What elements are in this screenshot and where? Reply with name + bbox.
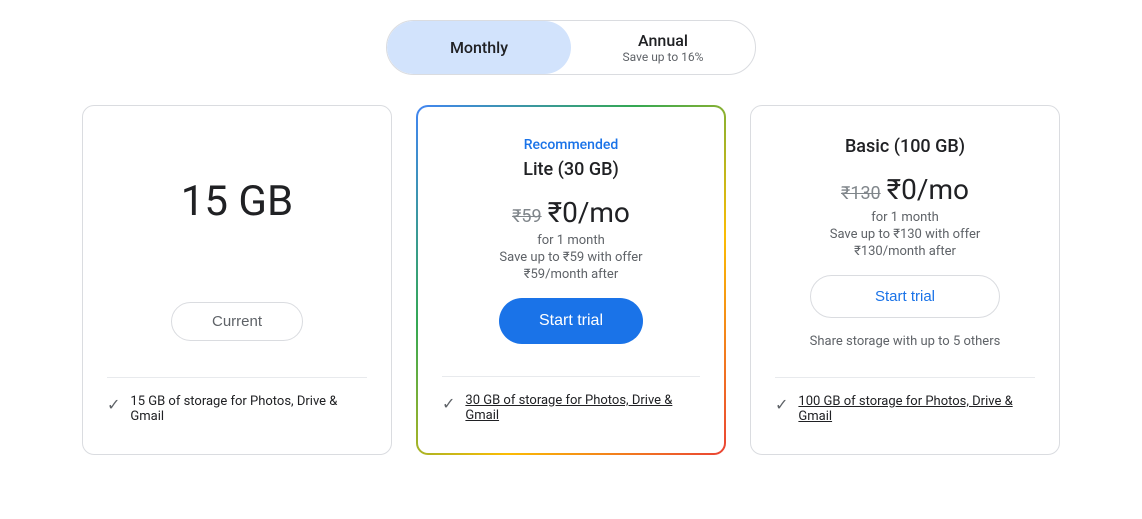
- lite-price-note2: Save up to ₹59 with offer: [499, 250, 642, 265]
- lite-price-row: ₹59 ₹0/mo: [512, 196, 630, 229]
- recommended-label: Recommended: [524, 137, 619, 153]
- billing-toggle[interactable]: Monthly Annual Save up to 16%: [386, 20, 756, 75]
- check-icon-lite: ✓: [442, 394, 455, 413]
- basic-divider: [775, 377, 1035, 378]
- plans-container: 15 GB Current ✓ 15 GB of storage for Pho…: [46, 105, 1096, 455]
- free-feature-text: 15 GB of storage for Photos, Drive & Gma…: [130, 394, 367, 424]
- basic-feature: ✓ 100 GB of storage for Photos, Drive & …: [775, 394, 1035, 424]
- current-button[interactable]: Current: [171, 302, 303, 341]
- card-top-free: 15 GB Current: [171, 136, 303, 361]
- card-top-basic: Basic (100 GB) ₹130 ₹0/mo for 1 month Sa…: [810, 136, 1001, 361]
- basic-price-after: ₹130/month after: [854, 244, 956, 259]
- lite-plan-name: Lite (30 GB): [523, 159, 619, 180]
- lite-price-original: ₹59: [512, 206, 542, 227]
- lite-feature-text[interactable]: 30 GB of storage for Photos, Drive & Gma…: [465, 393, 700, 423]
- free-feature: ✓ 15 GB of storage for Photos, Drive & G…: [107, 394, 367, 424]
- lite-start-trial-button[interactable]: Start trial: [499, 298, 643, 344]
- annual-toggle[interactable]: Annual Save up to 16%: [571, 21, 755, 74]
- basic-start-trial-button[interactable]: Start trial: [810, 275, 1001, 318]
- plan-card-basic: Basic (100 GB) ₹130 ₹0/mo for 1 month Sa…: [750, 105, 1060, 455]
- lite-price-current: ₹0/mo: [548, 196, 630, 229]
- free-divider: [107, 377, 367, 378]
- lite-feature: ✓ 30 GB of storage for Photos, Drive & G…: [442, 393, 700, 423]
- check-icon-free: ✓: [107, 395, 120, 414]
- monthly-toggle[interactable]: Monthly: [387, 21, 571, 74]
- plan-card-free: 15 GB Current ✓ 15 GB of storage for Pho…: [82, 105, 392, 455]
- basic-price-current: ₹0/mo: [887, 173, 969, 206]
- lite-divider: [442, 376, 700, 377]
- basic-price-note1: for 1 month: [871, 210, 939, 225]
- lite-price-note1: for 1 month: [537, 233, 605, 248]
- basic-price-note2: Save up to ₹130 with offer: [830, 227, 981, 242]
- annual-sublabel: Save up to 16%: [623, 50, 704, 64]
- free-storage: 15 GB: [181, 136, 293, 266]
- share-storage-text: Share storage with up to 5 others: [810, 334, 1001, 349]
- basic-feature-text[interactable]: 100 GB of storage for Photos, Drive & Gm…: [798, 394, 1035, 424]
- annual-label: Annual: [638, 31, 688, 50]
- basic-price-original: ₹130: [841, 183, 881, 204]
- lite-price-after: ₹59/month after: [524, 267, 618, 282]
- monthly-label: Monthly: [450, 38, 508, 57]
- basic-price-row: ₹130 ₹0/mo: [841, 173, 969, 206]
- plan-card-lite: Recommended Lite (30 GB) ₹59 ₹0/mo for 1…: [416, 105, 726, 455]
- basic-plan-name: Basic (100 GB): [845, 136, 965, 157]
- card-top-lite: Recommended Lite (30 GB) ₹59 ₹0/mo for 1…: [499, 137, 643, 360]
- check-icon-basic: ✓: [775, 395, 788, 414]
